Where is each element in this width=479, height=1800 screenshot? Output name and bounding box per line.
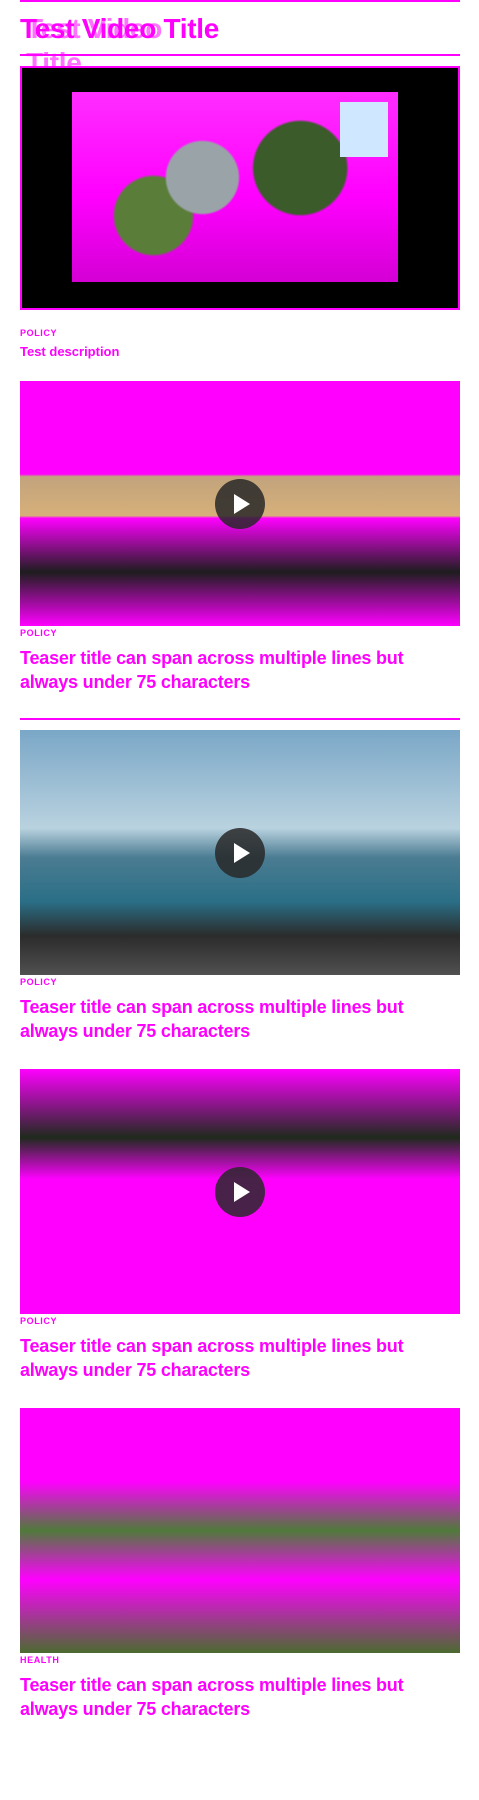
teaser-card[interactable]: POLICY Teaser title can span across mult…	[20, 730, 460, 1043]
page-title: Test Video Title Test Video Title	[20, 12, 460, 78]
teaser-thumbnail[interactable]	[20, 1408, 460, 1653]
teaser-divider	[20, 718, 460, 720]
play-icon[interactable]	[215, 827, 265, 878]
teaser-title[interactable]: Teaser title can span across multiple li…	[20, 995, 460, 1043]
teaser-label: POLICY	[20, 977, 58, 987]
teaser-thumbnail[interactable]	[20, 1069, 460, 1314]
featured-meta: POLICY Test description	[20, 328, 460, 359]
teaser-card[interactable]: HEALTH Teaser title can span across mult…	[20, 1408, 460, 1721]
teaser-card[interactable]: POLICY Teaser title can span across mult…	[20, 381, 460, 694]
teaser-thumbnail[interactable]	[20, 730, 460, 975]
video-player[interactable]	[20, 66, 460, 310]
teaser-card[interactable]: POLICY Teaser title can span across mult…	[20, 1069, 460, 1382]
page-container: Test Video Title Test Video Title POLICY…	[20, 0, 460, 1721]
featured-label: POLICY	[20, 328, 58, 338]
play-icon[interactable]	[215, 478, 265, 529]
top-divider	[20, 0, 460, 2]
play-icon[interactable]	[215, 1166, 265, 1217]
video-frame-sky	[340, 102, 388, 157]
teaser-label: POLICY	[20, 628, 58, 638]
teaser-label: POLICY	[20, 1316, 58, 1326]
featured-description: Test description	[20, 344, 120, 359]
teaser-thumbnail[interactable]	[20, 381, 460, 626]
teaser-title[interactable]: Teaser title can span across multiple li…	[20, 1673, 460, 1721]
teaser-title[interactable]: Teaser title can span across multiple li…	[20, 646, 460, 694]
teaser-label: HEALTH	[20, 1655, 60, 1665]
teaser-title[interactable]: Teaser title can span across multiple li…	[20, 1334, 460, 1382]
video-frame	[72, 92, 398, 282]
